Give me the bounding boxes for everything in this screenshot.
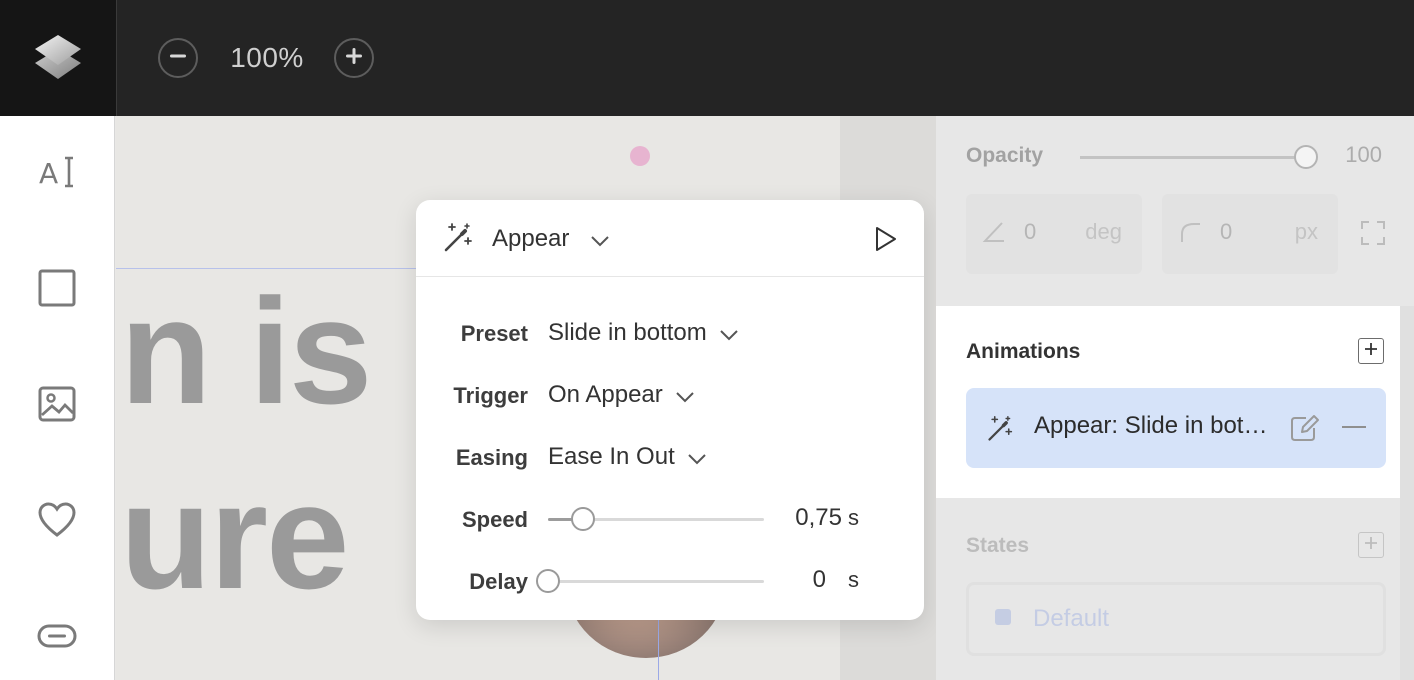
minus-circle-icon — [168, 46, 188, 71]
button-tool[interactable] — [29, 610, 85, 666]
panel-scrollbar[interactable] — [1400, 306, 1414, 680]
animation-item[interactable]: Appear: Slide in bottom — [966, 388, 1386, 468]
image-icon — [37, 384, 77, 429]
plus-circle-icon — [344, 46, 364, 71]
speed-label: Speed — [461, 507, 528, 532]
animation-item-label: Appear: Slide in bottom — [1034, 412, 1274, 439]
easing-select[interactable]: Ease In Out — [548, 442, 707, 473]
text-cursor-icon: A — [37, 152, 77, 197]
chevron-down-icon[interactable] — [590, 234, 610, 252]
corner-radius-field[interactable]: 0 px — [1162, 194, 1338, 274]
image-tool[interactable] — [29, 378, 85, 434]
state-label: Default — [1033, 605, 1110, 632]
top-bar: 100% — [0, 0, 1414, 116]
left-toolbar: A — [0, 116, 115, 680]
add-state-button[interactable] — [1358, 532, 1384, 558]
animation-settings-popover: Appear Preset Slide in bottom Trigger On… — [416, 200, 924, 620]
delay-slider-thumb[interactable] — [536, 569, 560, 593]
chevron-down-icon — [687, 443, 707, 473]
popover-header: Appear — [416, 200, 924, 277]
expand-corners-icon[interactable] — [1360, 220, 1386, 251]
edit-animation-button[interactable] — [1290, 414, 1320, 447]
delay-label: Delay — [469, 569, 528, 594]
opacity-value[interactable]: 100 — [1326, 142, 1382, 168]
animations-title: Animations — [966, 340, 1081, 363]
add-animation-button[interactable] — [1358, 338, 1384, 364]
opacity-slider[interactable] — [1080, 156, 1306, 159]
trigger-select[interactable]: On Appear — [548, 380, 695, 411]
easing-value: Ease In Out — [548, 443, 675, 470]
plus-icon — [1364, 536, 1378, 555]
speed-slider-thumb[interactable] — [570, 507, 595, 531]
magic-wand-icon — [442, 222, 474, 259]
zoom-out-button[interactable] — [158, 38, 198, 78]
delay-slider[interactable] — [536, 569, 764, 593]
hero-heading-line-2[interactable]: ure — [120, 461, 349, 611]
preset-value: Slide in bottom — [548, 319, 707, 346]
easing-label: Easing — [455, 445, 528, 470]
trigger-value: On Appear — [548, 381, 663, 408]
animation-type-select[interactable]: Appear — [492, 223, 569, 255]
speed-value[interactable]: 0,75 — [776, 503, 842, 533]
corner-radius-icon — [1178, 220, 1202, 249]
rotation-value: 0 — [1024, 219, 1037, 244]
opacity-label: Opacity — [966, 144, 1044, 167]
svg-text:A: A — [39, 157, 58, 190]
layers-logo-icon — [31, 27, 85, 90]
states-title: States — [966, 534, 1030, 557]
delay-value[interactable]: 0 — [776, 565, 826, 595]
play-preview-button[interactable] — [874, 226, 898, 257]
text-tool[interactable]: A — [29, 146, 85, 202]
corner-radius-value: 0 — [1220, 219, 1233, 244]
hero-heading-line-1[interactable]: n is — [120, 276, 372, 426]
rectangle-tool[interactable] — [29, 262, 85, 318]
preset-label: Preset — [460, 321, 528, 346]
trigger-label: Trigger — [453, 383, 528, 408]
heart-icon — [37, 500, 77, 545]
preset-select[interactable]: Slide in bottom — [548, 318, 739, 349]
zoom-level: 100% — [230, 42, 304, 73]
speed-slider[interactable] — [548, 507, 764, 531]
square-icon — [37, 268, 77, 313]
speed-unit: s — [848, 505, 859, 530]
plus-icon — [1364, 342, 1378, 361]
rotation-unit: deg — [1085, 219, 1122, 244]
animations-section: Animations Appear: Slide in bottom — [936, 306, 1400, 498]
button-shape-icon — [37, 616, 77, 661]
pencil-edit-icon — [1290, 415, 1320, 446]
play-icon — [874, 227, 898, 256]
state-color-swatch — [995, 609, 1011, 625]
angle-icon — [982, 220, 1006, 249]
corner-radius-unit: px — [1294, 219, 1318, 244]
icon-tool[interactable] — [29, 494, 85, 550]
opacity-slider-thumb[interactable] — [1294, 145, 1318, 169]
app-logo[interactable] — [0, 0, 117, 116]
state-item-default[interactable]: Default — [966, 582, 1386, 656]
chevron-down-icon — [675, 381, 695, 411]
remove-animation-button[interactable] — [1342, 426, 1366, 428]
magic-wand-icon — [986, 415, 1014, 448]
chevron-down-icon — [719, 319, 739, 349]
rotation-field[interactable]: 0 deg — [966, 194, 1142, 274]
zoom-in-button[interactable] — [334, 38, 374, 78]
delay-unit: s — [848, 567, 859, 592]
decorative-dot — [630, 146, 650, 166]
